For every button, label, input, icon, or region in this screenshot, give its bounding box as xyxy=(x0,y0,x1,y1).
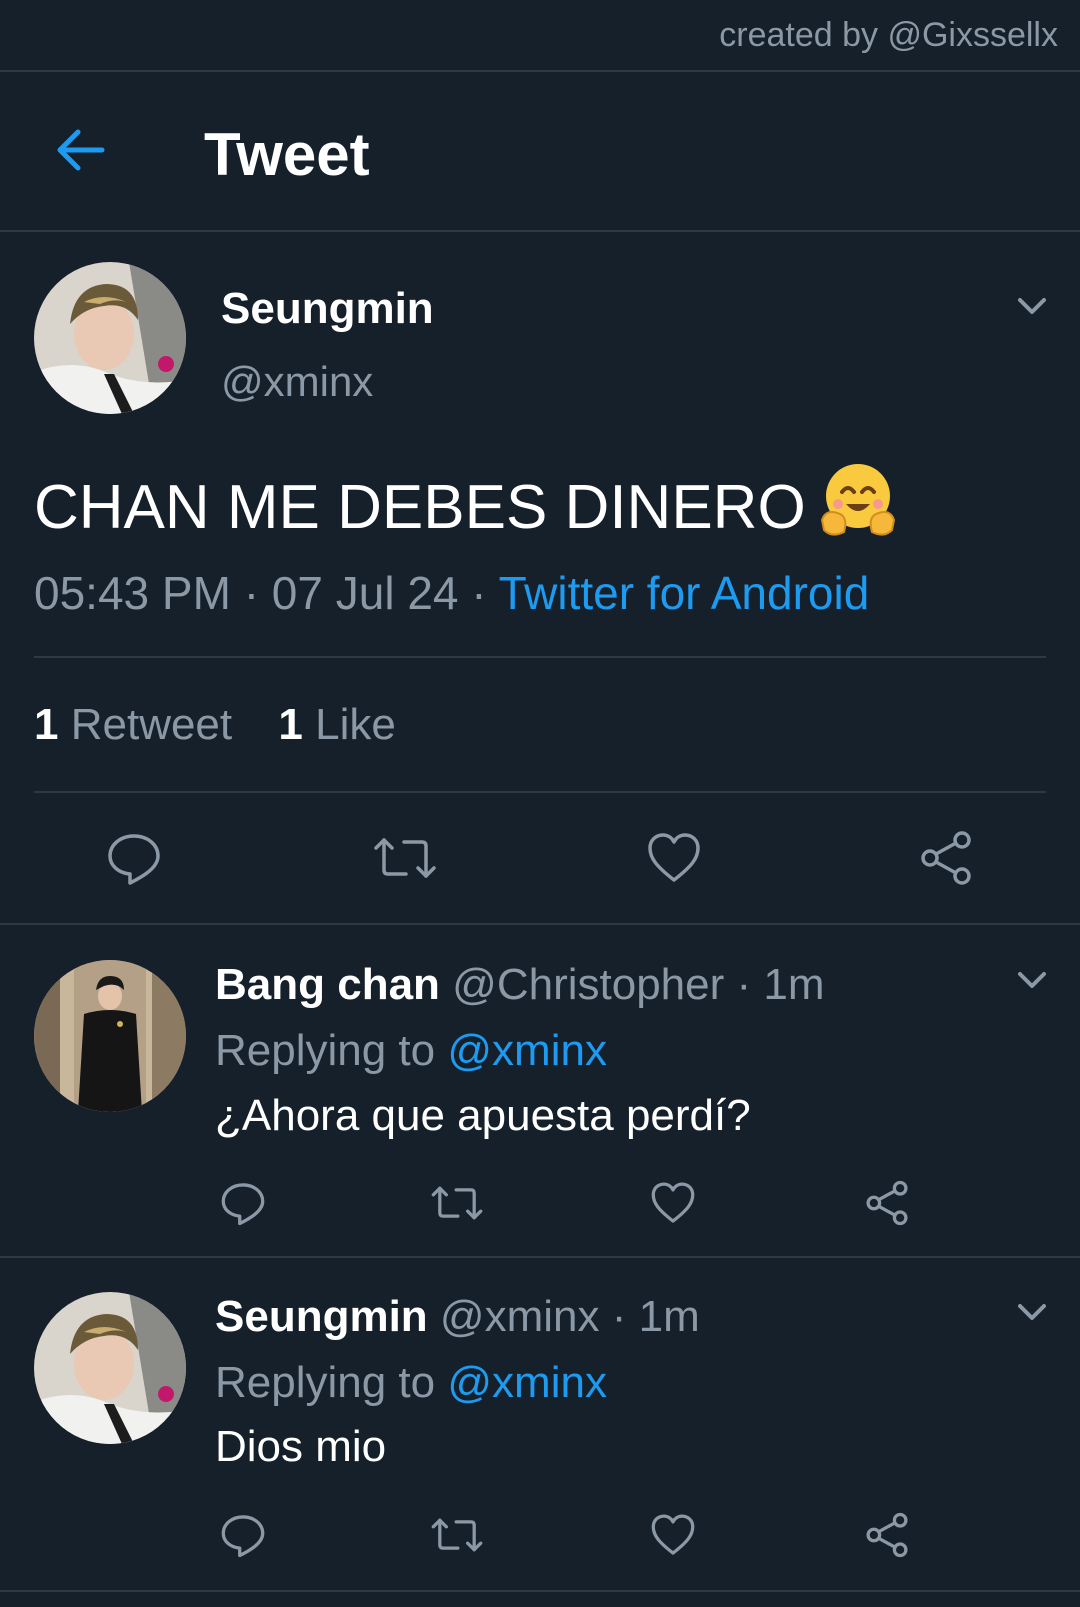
divider xyxy=(0,923,1080,925)
comment-icon xyxy=(108,834,160,885)
reply-button[interactable] xyxy=(220,1512,266,1558)
heart-icon xyxy=(648,833,700,882)
share-icon xyxy=(866,1180,908,1226)
retweet-button[interactable] xyxy=(372,830,438,886)
tweet-meta: 05:43 PM · 07 Jul 24 · Twitter for Andro… xyxy=(34,566,869,620)
reply-text: ¿Ahora que apuesta perdí? xyxy=(215,1091,751,1140)
like-count: 1 xyxy=(278,700,303,749)
replying-to-mention[interactable]: @xminx xyxy=(447,1026,607,1075)
credit-bar: created by @Gixssellx xyxy=(0,0,1080,72)
reply-button[interactable] xyxy=(106,830,162,886)
retweet-icon xyxy=(374,838,436,878)
retweet-button[interactable] xyxy=(430,1512,484,1558)
reply-author-name[interactable]: Bang chan xyxy=(215,960,440,1009)
retweet-button[interactable] xyxy=(430,1180,484,1226)
chevron-down-icon xyxy=(1018,972,1046,988)
page-title: Tweet xyxy=(204,121,370,188)
replying-label: Replying to xyxy=(215,1358,436,1407)
reply-menu-button[interactable] xyxy=(1012,1292,1052,1332)
like-button[interactable] xyxy=(650,1512,696,1558)
hugging-face-emoji xyxy=(818,460,898,555)
divider xyxy=(34,656,1046,658)
top-app-bar: Tweet xyxy=(0,72,1080,232)
arrow-left-icon xyxy=(57,129,105,171)
meta-separator: · xyxy=(243,567,260,619)
share-icon xyxy=(866,1512,908,1558)
heart-icon xyxy=(651,1182,695,1223)
reply-avatar[interactable] xyxy=(34,960,186,1112)
retweet-icon xyxy=(431,1518,483,1552)
like-button[interactable] xyxy=(650,1180,696,1226)
reply-header: Bang chan @Christopher · 1m xyxy=(215,960,825,1010)
tweet-text: CHAN ME DEBES DINERO xyxy=(34,460,898,555)
tweet-text-content: CHAN ME DEBES DINERO xyxy=(34,473,806,542)
credit-text: created by @Gixssellx xyxy=(719,16,1058,54)
chevron-down-icon xyxy=(1018,1304,1046,1320)
avatar-image xyxy=(34,262,186,414)
author-handle[interactable]: @xminx xyxy=(221,358,373,406)
comment-icon xyxy=(221,1183,265,1226)
comment-icon xyxy=(221,1515,265,1558)
chevron-down-icon xyxy=(1018,298,1046,314)
reply-button[interactable] xyxy=(220,1180,266,1226)
tweet-date: 07 Jul 24 xyxy=(271,567,459,619)
share-icon xyxy=(921,831,971,885)
reply-author-name[interactable]: Seungmin xyxy=(215,1292,428,1341)
like-button[interactable] xyxy=(646,830,702,886)
tweet-stats: 1 Retweet 1 Like xyxy=(34,700,430,750)
meta-separator: · xyxy=(611,1292,627,1341)
replying-to-mention[interactable]: @xminx xyxy=(447,1358,607,1407)
heart-icon xyxy=(651,1514,695,1555)
reply-time: 1m xyxy=(638,1292,700,1341)
retweet-label: Retweet xyxy=(70,700,233,749)
tweet-time: 05:43 PM xyxy=(34,567,231,619)
reply-author-handle[interactable]: @xminx xyxy=(440,1292,600,1341)
like-label: Like xyxy=(315,700,396,749)
retweets-stat[interactable]: 1 Retweet xyxy=(34,700,232,749)
divider xyxy=(34,791,1046,793)
divider xyxy=(0,1590,1080,1592)
retweet-icon xyxy=(431,1186,483,1220)
author-avatar[interactable] xyxy=(34,262,186,414)
replying-to: Replying to @xminx xyxy=(215,1026,607,1076)
avatar-image xyxy=(34,1292,186,1444)
replying-label: Replying to xyxy=(215,1026,436,1075)
meta-separator: · xyxy=(736,960,752,1009)
meta-separator: · xyxy=(471,567,487,619)
author-name[interactable]: Seungmin xyxy=(221,284,434,334)
reply-avatar[interactable] xyxy=(34,1292,186,1444)
replying-to: Replying to @xminx xyxy=(215,1358,607,1408)
reply-text: Dios mio xyxy=(215,1422,387,1471)
divider xyxy=(0,1256,1080,1258)
reply-author-handle[interactable]: @Christopher xyxy=(452,960,724,1009)
share-button[interactable] xyxy=(864,1512,910,1558)
share-button[interactable] xyxy=(918,830,974,886)
share-button[interactable] xyxy=(864,1180,910,1226)
retweet-count: 1 xyxy=(34,700,59,749)
likes-stat[interactable]: 1 Like xyxy=(278,700,395,749)
reply-menu-button[interactable] xyxy=(1012,960,1052,1000)
tweet-source-link[interactable]: Twitter for Android xyxy=(499,567,870,619)
back-button[interactable] xyxy=(48,122,112,178)
reply-header: Seungmin @xminx · 1m xyxy=(215,1292,700,1342)
tweet-menu-button[interactable] xyxy=(1012,286,1052,326)
reply-time: 1m xyxy=(763,960,825,1009)
avatar-image xyxy=(34,960,186,1112)
